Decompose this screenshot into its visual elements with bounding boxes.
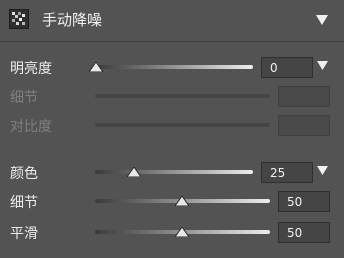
smoothness-label: 平滑: [10, 226, 38, 242]
collapse-triangle-icon[interactable]: [316, 15, 328, 25]
luminance-detail-label: 细节: [10, 90, 38, 106]
color-detail-row: 细节 50: [0, 190, 344, 214]
color-label: 颜色: [10, 166, 38, 182]
color-detail-label: 细节: [10, 195, 38, 211]
color-detail-slider-thumb[interactable]: [175, 196, 189, 206]
color-detail-value-input[interactable]: 50: [278, 191, 330, 212]
luminance-contrast-row: 对比度: [0, 114, 344, 138]
luminance-detail-value-input: [278, 86, 330, 107]
color-row: 颜色 25: [0, 161, 344, 185]
luminance-value-input[interactable]: 0: [261, 57, 313, 78]
smoothness-slider-thumb[interactable]: [175, 227, 189, 237]
luminance-contrast-value-input: [278, 115, 330, 136]
luminance-contrast-label: 对比度: [10, 119, 52, 135]
luminance-slider-track[interactable]: [95, 65, 253, 69]
luminance-detail-row: 细节: [0, 85, 344, 109]
panel-title: 手动降噪: [42, 11, 103, 29]
luminance-row: 明亮度 0: [0, 56, 344, 80]
color-dropdown-icon[interactable]: [317, 166, 328, 175]
color-slider-track[interactable]: [95, 170, 253, 174]
luminance-dropdown-icon[interactable]: [317, 61, 328, 70]
noise-pattern-icon: [9, 9, 29, 29]
noise-reduction-panel: 手动降噪 明亮度 0 细节 对比度 颜色 25 细节 50 平滑 50: [0, 0, 344, 258]
luminance-detail-slider-track: [95, 94, 270, 98]
panel-header[interactable]: 手动降噪: [0, 0, 344, 40]
header-divider: [0, 41, 344, 42]
smoothness-value-input[interactable]: 50: [278, 222, 330, 243]
smoothness-row: 平滑 50: [0, 221, 344, 245]
luminance-slider-thumb[interactable]: [89, 62, 103, 72]
color-slider-thumb[interactable]: [127, 167, 141, 177]
luminance-label: 明亮度: [10, 61, 52, 77]
luminance-contrast-slider-track: [95, 123, 270, 127]
color-value-input[interactable]: 25: [261, 162, 313, 183]
